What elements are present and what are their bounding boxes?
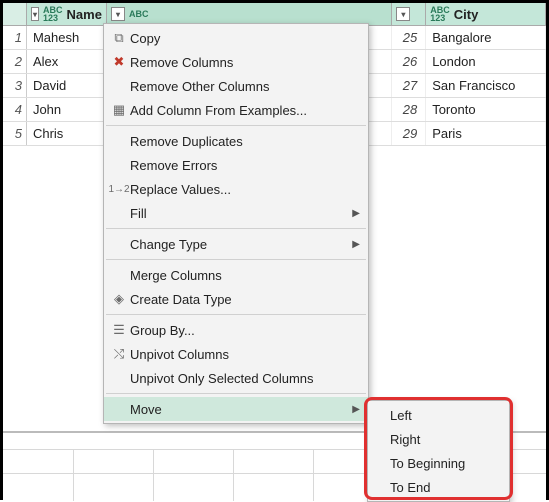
submenu-arrow-icon: ▶ <box>352 404 360 415</box>
menu-item-create-data-type[interactable]: ◈ Create Data Type <box>104 287 368 311</box>
menu-item-replace-values[interactable]: 1→2 Replace Values... <box>104 177 368 201</box>
copy-icon: ⧉ <box>108 30 130 46</box>
menu-item-remove-duplicates[interactable]: Remove Duplicates <box>104 129 368 153</box>
column-header-name[interactable]: ▾ ABC123 Name <box>27 3 107 25</box>
cell-city[interactable]: San Francisco <box>426 74 546 97</box>
column-header-middle[interactable]: ▾ ABC <box>107 3 392 25</box>
menu-item-group-by[interactable]: ☰ Group By... <box>104 318 368 342</box>
cell-age[interactable]: 26 <box>392 50 426 73</box>
column-header-label: Name <box>67 7 102 22</box>
datatype-icon: ABC123 <box>430 6 450 22</box>
submenu-item-to-beginning[interactable]: To Beginning <box>368 451 509 475</box>
group-icon: ☰ <box>108 322 130 338</box>
menu-item-remove-other-columns[interactable]: Remove Other Columns <box>104 74 368 98</box>
submenu-item-left[interactable]: Left <box>368 403 509 427</box>
datatype-icon: ABC <box>129 10 149 18</box>
filter-dropdown-icon[interactable]: ▾ <box>396 7 410 21</box>
move-submenu: Left Right To Beginning To End <box>367 400 510 502</box>
filter-dropdown-icon[interactable]: ▾ <box>111 7 125 21</box>
cell-age[interactable]: 28 <box>392 98 426 121</box>
unpivot-icon: ⤭ <box>108 346 130 362</box>
menu-separator <box>106 259 366 260</box>
menu-item-remove-errors[interactable]: Remove Errors <box>104 153 368 177</box>
cell-city[interactable]: Paris <box>426 122 546 145</box>
row-number: 3 <box>3 74 27 97</box>
menu-separator <box>106 125 366 126</box>
menu-item-copy[interactable]: ⧉ Copy <box>104 26 368 50</box>
row-number: 1 <box>3 26 27 49</box>
menu-item-unpivot-only-selected[interactable]: Unpivot Only Selected Columns <box>104 366 368 390</box>
datatype-icon: ABC123 <box>43 6 63 22</box>
menu-item-remove-columns[interactable]: ✖ Remove Columns <box>104 50 368 74</box>
data-type-icon: ◈ <box>108 291 130 307</box>
menu-item-fill[interactable]: Fill ▶ <box>104 201 368 225</box>
menu-item-add-column-from-examples[interactable]: ▦ Add Column From Examples... <box>104 98 368 122</box>
cell-city[interactable]: London <box>426 50 546 73</box>
cell-name[interactable]: Chris <box>27 122 107 145</box>
cell-name[interactable]: Alex <box>27 50 107 73</box>
context-menu: ⧉ Copy ✖ Remove Columns Remove Other Col… <box>103 23 369 424</box>
cell-city[interactable]: Bangalore <box>426 26 546 49</box>
submenu-item-right[interactable]: Right <box>368 427 509 451</box>
column-header-city[interactable]: ABC123 City <box>426 3 546 25</box>
row-number: 5 <box>3 122 27 145</box>
menu-item-unpivot-columns[interactable]: ⤭ Unpivot Columns <box>104 342 368 366</box>
cell-name[interactable]: John <box>27 98 107 121</box>
submenu-arrow-icon: ▶ <box>352 208 360 219</box>
menu-item-merge-columns[interactable]: Merge Columns <box>104 263 368 287</box>
remove-icon: ✖ <box>108 54 130 70</box>
submenu-arrow-icon: ▶ <box>352 239 360 250</box>
filter-dropdown-icon[interactable]: ▾ <box>31 7 39 21</box>
cell-name[interactable]: David <box>27 74 107 97</box>
add-column-icon: ▦ <box>108 102 130 118</box>
submenu-item-to-end[interactable]: To End <box>368 475 509 499</box>
cell-age[interactable]: 29 <box>392 122 426 145</box>
row-number: 4 <box>3 98 27 121</box>
column-header-label: City <box>454 7 479 22</box>
cell-name[interactable]: Mahesh <box>27 26 107 49</box>
column-header-age[interactable]: ▾ <box>392 3 426 25</box>
cell-city[interactable]: Toronto <box>426 98 546 121</box>
row-number: 2 <box>3 50 27 73</box>
cell-age[interactable]: 27 <box>392 74 426 97</box>
row-number-header <box>3 3 27 25</box>
replace-icon: 1→2 <box>108 184 130 195</box>
menu-item-move[interactable]: Move ▶ <box>104 397 368 421</box>
menu-separator <box>106 228 366 229</box>
cell-age[interactable]: 25 <box>392 26 426 49</box>
menu-separator <box>106 393 366 394</box>
menu-separator <box>106 314 366 315</box>
menu-item-change-type[interactable]: Change Type ▶ <box>104 232 368 256</box>
